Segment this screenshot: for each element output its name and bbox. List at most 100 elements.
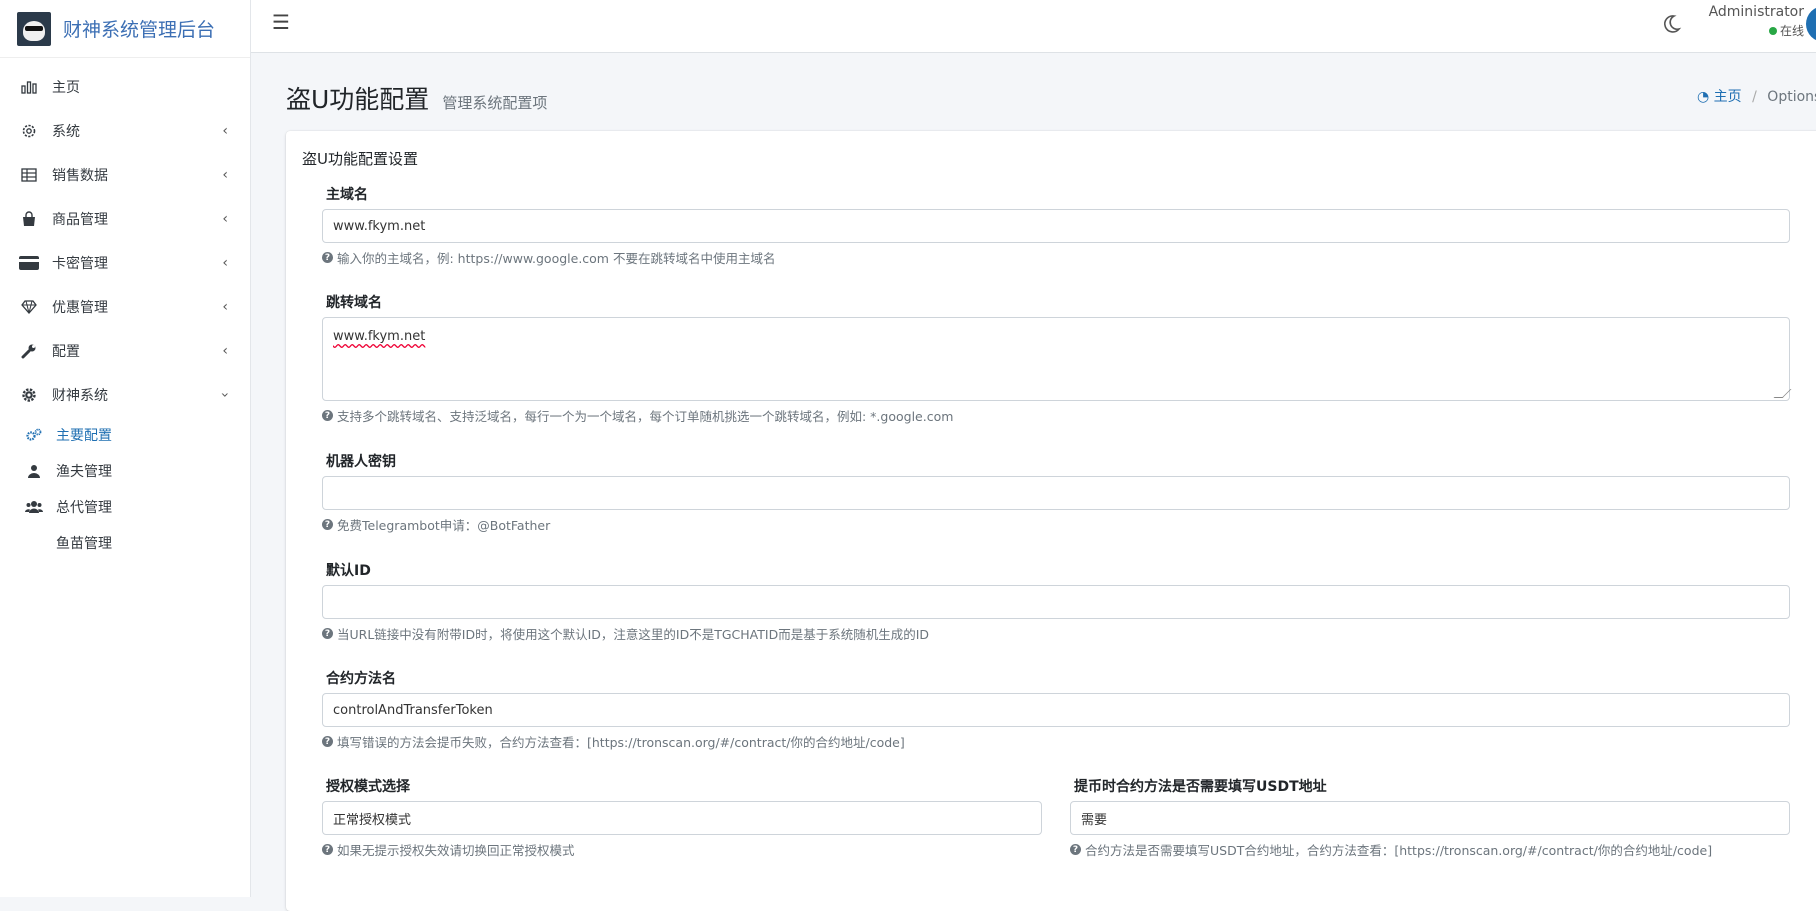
sidebar-item-label: 销售数据 xyxy=(52,168,108,184)
sidebar-item-label: 财神系统 xyxy=(52,388,108,404)
field-label: 跳转域名 xyxy=(326,295,382,311)
sidebar-item-label: 系统 xyxy=(52,124,80,140)
sidebar-item-cards[interactable]: 卡密管理 ‹ xyxy=(0,241,250,285)
default-id-input[interactable] xyxy=(322,585,1790,619)
resize-handle-icon[interactable] xyxy=(1773,389,1792,398)
cogs-icon xyxy=(24,427,44,443)
breadcrumb-separator: / xyxy=(1752,89,1757,105)
main-domain-value: www.fkym.net xyxy=(333,218,426,234)
sidebar-subitem-fry[interactable]: 鱼苗管理 xyxy=(0,525,250,561)
help-text: 如果无提示授权失效请切换回正常授权模式 xyxy=(337,843,575,858)
question-circle-icon: ? xyxy=(322,736,333,747)
topbar: ☰ Administrator 在线 xyxy=(251,0,1816,53)
field-need-usdt: 提币时合约方法是否需要填写USDT地址 需要 ? 合约方法是否需要填写USDT合约… xyxy=(1070,776,1790,859)
brand[interactable]: 财神系统管理后台 xyxy=(0,0,250,58)
sidebar-subitem-label: 渔夫管理 xyxy=(56,464,112,480)
sidebar-item-config[interactable]: 配置 ‹ xyxy=(0,329,250,373)
sidebar-subitem-main-config[interactable]: 主要配置 xyxy=(0,417,250,453)
sidebar-subitem-label: 鱼苗管理 xyxy=(56,536,112,552)
sidebar-nav: 主页 系统 ‹ 销售数据 ‹ 商品管理 ‹ 卡密管理 ‹ 优惠管理 ‹ 配置 ‹… xyxy=(0,65,250,417)
sidebar-item-products[interactable]: 商品管理 ‹ xyxy=(0,197,250,241)
breadcrumb-current: Options xyxy=(1767,89,1816,105)
dark-mode-icon[interactable] xyxy=(1659,12,1683,36)
jump-domain-textarea[interactable]: www.fkym.net xyxy=(322,317,1792,401)
sidebar: 财神系统管理后台 主页 系统 ‹ 销售数据 ‹ 商品管理 ‹ 卡密管理 ‹ 优惠… xyxy=(0,0,251,897)
need-usdt-select[interactable]: 需要 xyxy=(1070,801,1790,835)
help-text: 填写错误的方法会提币失败，合约方法查看：[https://tronscan.or… xyxy=(337,735,905,750)
field-main-domain: 主域名 www.fkym.net ? 输入你的主域名，例: https://www… xyxy=(322,184,1790,267)
field-help: ? 输入你的主域名，例: https://www.google.com 不要在跳转… xyxy=(322,248,1790,267)
chevron-left-icon: ‹ xyxy=(222,123,228,139)
menu-toggle-icon[interactable]: ☰ xyxy=(272,10,290,34)
card-title: 盗U功能配置设置 xyxy=(302,150,418,168)
chevron-left-icon: ‹ xyxy=(222,255,228,271)
page-title: 盗U功能配置 xyxy=(286,85,430,114)
help-text: 当URL链接中没有附带ID时，将使用这个默认ID，注意这里的ID不是TGCHAT… xyxy=(337,627,930,642)
field-help: ? 如果无提示授权失效请切换回正常授权模式 xyxy=(322,840,1042,859)
contract-method-input[interactable]: controlAndTransferToken xyxy=(322,693,1790,727)
sidebar-item-sales[interactable]: 销售数据 ‹ xyxy=(0,153,250,197)
user-icon xyxy=(24,463,44,479)
breadcrumb-home[interactable]: ◔ 主页 xyxy=(1697,89,1746,105)
sidebar-subitem-agents[interactable]: 总代管理 xyxy=(0,489,250,525)
chevron-down-icon: ‹ xyxy=(217,392,234,398)
bar-chart-icon xyxy=(18,79,40,95)
help-text: 免费Telegrambot申请：@BotFather xyxy=(337,518,551,533)
blank-icon xyxy=(24,535,44,551)
bot-key-input[interactable] xyxy=(322,476,1790,510)
field-default-id: 默认ID ? 当URL链接中没有附带ID时，将使用这个默认ID，注意这里的ID不是… xyxy=(322,560,1790,643)
sidebar-item-system[interactable]: 系统 ‹ xyxy=(0,109,250,153)
shopping-bag-icon xyxy=(18,211,40,227)
chevron-left-icon: ‹ xyxy=(222,299,228,315)
dashboard-icon: ◔ xyxy=(1697,89,1710,105)
question-circle-icon: ? xyxy=(322,252,333,263)
sidebar-subitem-fishermen[interactable]: 渔夫管理 xyxy=(0,453,250,489)
help-text: 输入你的主域名，例: https://www.google.com 不要在跳转域… xyxy=(337,251,776,266)
online-dot-icon xyxy=(1768,27,1777,35)
auth-mode-value: 正常授权模式 xyxy=(333,812,412,828)
credit-card-icon xyxy=(18,255,40,271)
page-header: 盗U功能配置 管理系统配置项 xyxy=(286,80,547,116)
sidebar-item-label: 优惠管理 xyxy=(52,300,108,316)
user-status-label: 在线 xyxy=(1779,24,1804,38)
field-label: 提币时合约方法是否需要填写USDT地址 xyxy=(1074,779,1327,795)
field-help: ? 合约方法是否需要填写USDT合约地址，合约方法查看：[https://tron… xyxy=(1070,840,1790,859)
chevron-left-icon: ‹ xyxy=(222,167,228,183)
field-help: ? 支持多个跳转域名、支持泛域名，每行一个为一个域名，每个订单随机挑选一个跳转域名… xyxy=(322,406,1790,425)
sidebar-subitem-label: 主要配置 xyxy=(56,428,112,444)
sidebar-item-caishen[interactable]: 财神系统 ‹ xyxy=(0,373,250,417)
auth-mode-select[interactable]: 正常授权模式 xyxy=(322,801,1042,835)
need-usdt-value: 需要 xyxy=(1081,812,1108,828)
sidebar-item-label: 卡密管理 xyxy=(52,256,108,272)
field-label: 授权模式选择 xyxy=(326,779,410,795)
sidebar-item-home[interactable]: 主页 xyxy=(0,65,250,109)
config-card: 盗U功能配置设置 主域名 www.fkym.net ? 输入你的主域名，例: ht… xyxy=(286,131,1816,911)
help-text: 合约方法是否需要填写USDT合约地址，合约方法查看：[https://trons… xyxy=(1085,843,1713,858)
gear-icon xyxy=(18,123,40,139)
field-label: 默认ID xyxy=(326,563,371,579)
field-label: 合约方法名 xyxy=(326,671,396,687)
main-domain-input[interactable]: www.fkym.net xyxy=(322,209,1790,243)
sidebar-item-label: 主页 xyxy=(52,80,80,96)
question-circle-icon: ? xyxy=(322,628,333,639)
field-label: 主域名 xyxy=(326,187,368,203)
users-icon xyxy=(24,499,44,515)
field-auth-mode: 授权模式选择 正常授权模式 ? 如果无提示授权失效请切换回正常授权模式 xyxy=(322,776,1042,859)
table-icon xyxy=(18,167,40,183)
brand-logo xyxy=(17,11,51,46)
sidebar-item-label: 配置 xyxy=(52,344,80,360)
sidebar-submenu: 主要配置 渔夫管理 总代管理 鱼苗管理 xyxy=(0,417,250,561)
question-circle-icon: ? xyxy=(322,844,333,855)
help-text: 支持多个跳转域名、支持泛域名，每行一个为一个域名，每个订单随机挑选一个跳转域名，… xyxy=(337,409,954,424)
jump-domain-value: www.fkym.net xyxy=(333,329,426,344)
wrench-icon xyxy=(18,343,40,359)
field-label: 机器人密钥 xyxy=(326,454,396,470)
avatar[interactable] xyxy=(1806,6,1816,42)
contract-method-value: controlAndTransferToken xyxy=(333,702,493,718)
field-help: ? 当URL链接中没有附带ID时，将使用这个默认ID，注意这里的ID不是TGCHA… xyxy=(322,624,1790,643)
user-menu[interactable]: Administrator 在线 xyxy=(1708,4,1804,39)
cog-icon xyxy=(18,387,40,403)
breadcrumb-home-label: 主页 xyxy=(1713,89,1742,105)
sidebar-item-discounts[interactable]: 优惠管理 ‹ xyxy=(0,285,250,329)
field-help: ? 填写错误的方法会提币失败，合约方法查看：[https://tronscan.o… xyxy=(322,732,1790,751)
